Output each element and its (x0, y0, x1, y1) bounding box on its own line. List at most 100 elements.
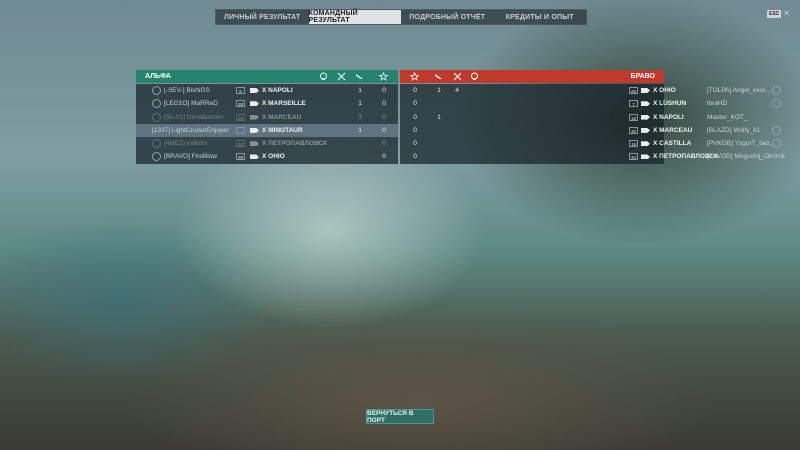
ship-class-icon (250, 141, 259, 147)
clan-rank-badge-icon (772, 139, 781, 149)
ship-name: X MARCEAU (653, 126, 693, 134)
bravo-player-row[interactable]: 0 1 18 X NAPOLI Master_KOT_ (400, 111, 747, 124)
tab-team-result[interactable]: КОМАНДНЫЙ РЕЗУЛЬТАТ (308, 10, 401, 24)
clan-rank-badge-icon (152, 99, 161, 109)
clan-rank-badge-icon (152, 112, 161, 122)
stat-value: 1 (358, 100, 362, 108)
ship-tier-badge (236, 126, 245, 134)
tab-credits-xp[interactable]: КРЕДИТЫ И ОПЫТ (494, 10, 587, 24)
ship-class-icon (250, 88, 259, 93)
ship-name: X MARCEAU (262, 113, 302, 121)
stat-value: 0 (413, 113, 417, 121)
player-name: [BLAZD] Wolfy_81 (707, 126, 761, 134)
bravo-team-list: 0 1 4 26 X OHIO [TOLPA] Angel_exor... 0 7 X LÜSH… (400, 84, 785, 164)
ship-class-icon (641, 88, 650, 93)
bravo-header: БРАВО (400, 70, 664, 83)
ship-tier-badge: 18 (629, 113, 638, 121)
stat-value (432, 97, 446, 110)
close-control[interactable]: ESC ✕ (767, 10, 790, 18)
stat-value (450, 137, 464, 150)
clan-rank-badge-icon (152, 86, 161, 95)
ship-name: X OHIO (653, 87, 676, 94)
stat-value (450, 97, 464, 110)
alpha-player-row[interactable]: [1337] LightCruiserEnjoyer X MINOTAUR 1 0 (136, 123, 398, 138)
player-name: [4MEZ] valkdol (164, 140, 207, 148)
ship-tier-badge: 28 (236, 153, 245, 161)
player-name: [-SEV-] BishiGS (164, 87, 210, 94)
ship-name: X NAPOLI (653, 113, 684, 121)
clan-rank-badge-icon (772, 99, 781, 109)
ship-class-icon (250, 154, 259, 160)
stat-value (353, 150, 367, 163)
stat-value: 1 (358, 87, 362, 94)
result-tabs: ЛИЧНЫЙ РЕЗУЛЬТАТ КОМАНДНЫЙ РЕЗУЛЬТАТ ПОД… (215, 9, 587, 25)
bravo-player-row[interactable]: 0 7 X LÜSHUN lbraHD (400, 97, 781, 110)
return-to-port-button[interactable]: ВЕРНУТЬСЯ В ПОРТ (366, 409, 434, 424)
player-name: [1337] LightCruiserEnjoyer (152, 126, 229, 134)
alpha-player-row[interactable]: [SL-01] DimaBashkir 26 X MARCEAU 3 0 (136, 111, 398, 124)
alpha-player-row[interactable]: [BRAVO] FireBlow 28 X OHIO 0 (136, 150, 398, 163)
ship-name: X OHIO (262, 153, 285, 161)
stat-value: 1 (437, 87, 441, 94)
stat-value: 0 (382, 140, 386, 148)
stat-value (353, 137, 367, 150)
stat-value: 1 (437, 113, 441, 121)
player-name: [PVKGB] YsgorT_bez... (707, 140, 776, 148)
player-name: [SL-01] DimaBashkir (164, 113, 224, 121)
bravo-player-row[interactable]: 0 30 X MARCEAU [BLAZD] Wolfy_81 (400, 124, 781, 137)
stat-value (432, 124, 446, 137)
bravo-player-row[interactable]: 0 19 X CASTILLA [PVKGB] YsgorT_bez... (400, 137, 781, 150)
bravo-player-row[interactable]: 0 1 4 26 X OHIO [TOLPA] Angel_exor... (400, 84, 781, 97)
ship-tier-badge: 8 (236, 87, 245, 94)
stat-value: 0 (413, 87, 417, 94)
skull-icon (470, 72, 479, 81)
tab-detailed-report[interactable]: ПОДРОБНЫЙ ОТЧЁТ (401, 10, 494, 24)
plane-icon (355, 72, 364, 81)
ship-name: X CASTILLA (653, 140, 692, 148)
ship-class-icon (641, 141, 650, 147)
clan-rank-badge-icon (152, 139, 161, 149)
alpha-player-row[interactable]: [-SEV-] BishiGS 8 X NAPOLI 1 0 (136, 84, 398, 97)
stat-value: 0 (413, 100, 417, 108)
ship-class-icon (250, 101, 259, 107)
esc-key-hint: ESC (767, 10, 782, 18)
clan-rank-badge-icon (772, 125, 781, 135)
ship-name: X MINOTAUR (262, 126, 303, 134)
ship-tier-badge: 7 (629, 100, 638, 108)
stat-value: 0 (382, 126, 386, 134)
player-name: [BRAVO] FireBlow (164, 153, 217, 161)
alpha-player-row[interactable]: [LEG1O] MaRReD 28 X MARSEILLE 1 0 (136, 97, 398, 110)
stat-value: 1 (358, 126, 362, 134)
tab-personal-result[interactable]: ЛИЧНЫЙ РЕЗУЛЬТАТ (216, 10, 309, 24)
stat-value: 0 (382, 113, 386, 121)
player-name: [ZAVOD] Moguchij_Okorok (707, 153, 785, 161)
ship-tier-badge: 28 (236, 100, 245, 108)
ship-tier-badge: 34 (629, 153, 638, 161)
ship-class-icon (641, 127, 650, 133)
stat-value: 4 (455, 87, 459, 94)
bravo-player-row[interactable]: 0 34 X ПЕТРОПАВЛОВСК [ZAVOD] Moguchij_Okoro… (400, 150, 785, 163)
clan-rank-badge-icon (772, 86, 781, 95)
crossed-swords-icon (337, 72, 346, 81)
ship-name: X ПЕТРОПАВЛОВСК (262, 140, 328, 148)
ship-tier-badge: 30 (629, 126, 638, 134)
alpha-header: АЛЬФА (136, 70, 398, 83)
stat-value: 0 (413, 153, 417, 161)
stat-value (450, 150, 464, 163)
ship-class-icon (641, 154, 650, 160)
ship-name: X MARSEILLE (262, 100, 306, 108)
stat-value (432, 150, 446, 163)
stat-value: 3 (358, 113, 362, 121)
stat-value (432, 137, 446, 150)
ship-tier-badge: 19 (629, 140, 638, 148)
alpha-team-title: АЛЬФА (145, 73, 171, 80)
star-icon (378, 71, 389, 81)
alpha-player-row[interactable]: [4MEZ] valkdol 31 X ПЕТРОПАВЛОВСК 0 (136, 137, 398, 150)
ship-tier-badge: 26 (236, 113, 245, 121)
stat-value: 0 (413, 140, 417, 148)
close-icon[interactable]: ✕ (783, 10, 790, 18)
alpha-team-list: [-SEV-] BishiGS 8 X NAPOLI 1 0 [LEG1O] MaRReD… (136, 84, 398, 164)
player-name: lbraHD (707, 100, 728, 108)
stat-value: 0 (382, 87, 386, 94)
player-name: Master_KOT_ (707, 113, 748, 121)
